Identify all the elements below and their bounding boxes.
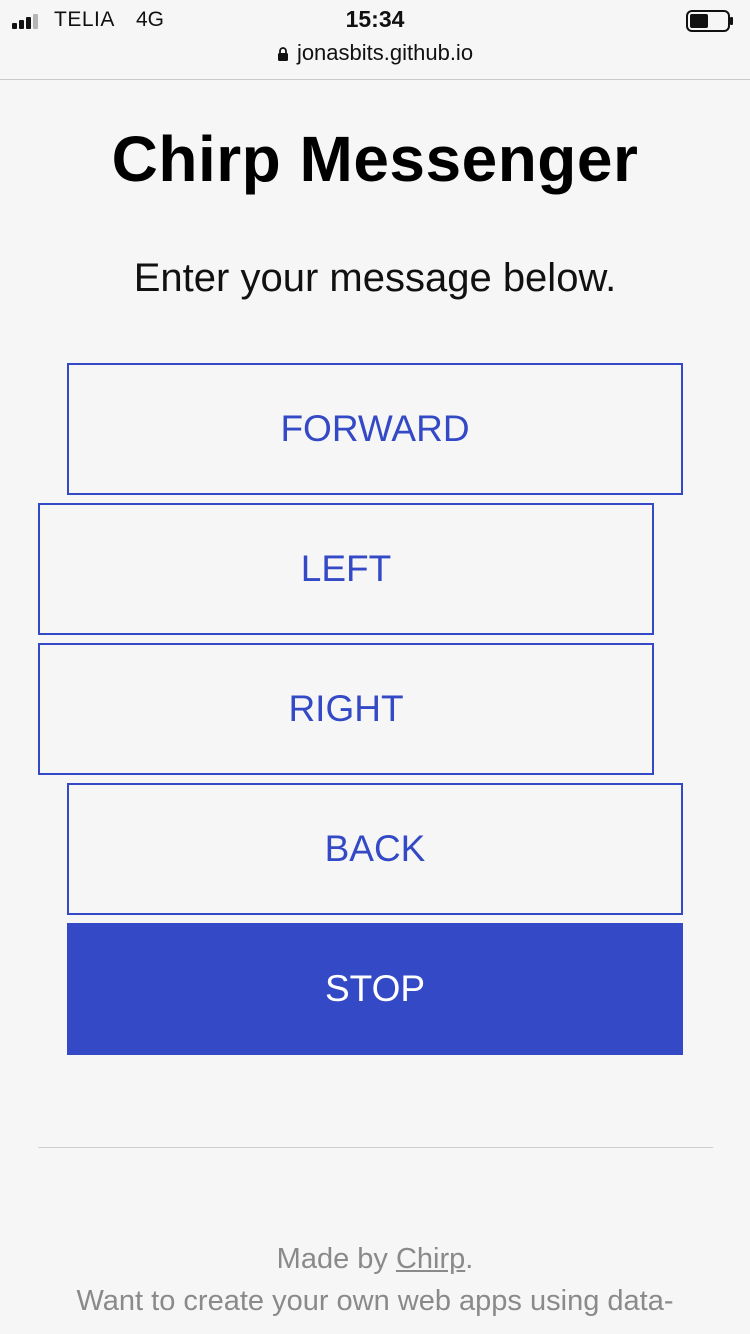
made-by-prefix: Made by	[276, 1243, 396, 1275]
clock: 15:34	[345, 6, 405, 32]
made-by-suffix: .	[465, 1243, 474, 1275]
page-title: Chirp Messenger	[111, 123, 639, 195]
forward-button[interactable]: FORWARD	[67, 363, 683, 495]
battery-icon	[686, 10, 733, 32]
footer-divider	[38, 1147, 713, 1148]
right-button[interactable]: RIGHT	[38, 643, 654, 775]
url-text: jonasbits.github.io	[296, 40, 474, 65]
address-bar[interactable]: jonasbits.github.io	[0, 40, 750, 66]
made-by-line: Made by Chirp.	[0, 1238, 750, 1280]
lock-icon	[277, 47, 288, 61]
chirp-link[interactable]: Chirp	[396, 1243, 465, 1275]
left-button[interactable]: LEFT	[38, 503, 654, 635]
footer: Made by Chirp. Want to create your own w…	[0, 1238, 750, 1322]
status-bar: TELIA 4G 15:34 jonasbits.github.io	[0, 0, 750, 80]
back-button[interactable]: BACK	[67, 783, 683, 915]
footer-line-2: Want to create your own web apps using d…	[76, 1285, 674, 1317]
stop-button[interactable]: STOP	[67, 923, 683, 1055]
page-subtitle: Enter your message below.	[133, 256, 617, 300]
